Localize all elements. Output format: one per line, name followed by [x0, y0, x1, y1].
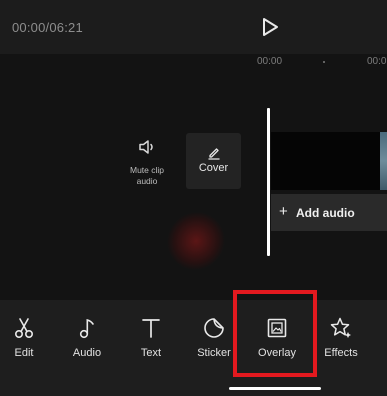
- sticker-icon: [204, 318, 224, 338]
- plus-icon: +: [279, 203, 288, 220]
- audio-tool[interactable]: Audio: [56, 316, 118, 359]
- edit-tool[interactable]: Edit: [0, 316, 55, 359]
- cover-button[interactable]: Cover: [186, 133, 241, 189]
- text-label: Text: [140, 347, 162, 359]
- ruler-dot: [323, 61, 325, 63]
- play-icon: [263, 18, 278, 36]
- add-audio-button[interactable]: + Add audio: [271, 194, 387, 231]
- player-bar: 00:00/06:21: [0, 0, 387, 54]
- music-note-icon: [79, 318, 94, 339]
- cover-label: Cover: [198, 162, 229, 174]
- overlay-highlight-box: [233, 290, 317, 377]
- scissors-icon: [14, 318, 34, 339]
- ruler-end: 00:0: [367, 56, 387, 67]
- playhead[interactable]: [267, 108, 270, 256]
- video-clip[interactable]: [271, 132, 387, 190]
- text-tool[interactable]: Text: [120, 316, 182, 359]
- pencil-icon: [207, 148, 220, 160]
- text-icon: [142, 319, 160, 338]
- audio-label: Audio: [72, 347, 102, 359]
- edit-label: Edit: [14, 347, 34, 359]
- effects-tool[interactable]: Effects: [310, 316, 372, 359]
- mute-clip-audio-label: Mute clip audio: [129, 165, 164, 186]
- speaker-icon: [139, 140, 153, 154]
- ruler-start: 00:00: [257, 56, 283, 67]
- effects-icon: [330, 317, 351, 338]
- add-audio-label: Add audio: [296, 206, 355, 220]
- play-button[interactable]: [260, 17, 280, 37]
- red-smudge: [155, 200, 237, 282]
- home-indicator: [229, 387, 321, 390]
- mute-clip-audio-button[interactable]: Mute clip audio: [124, 138, 170, 187]
- clip-thumbnail: [380, 132, 387, 190]
- effects-label: Effects: [324, 347, 358, 359]
- playback-time: 00:00/06:21: [12, 20, 83, 35]
